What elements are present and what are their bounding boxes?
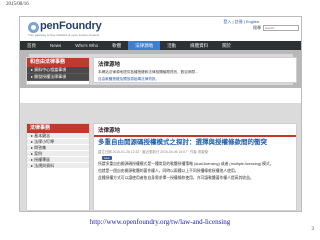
top-sidebar-list: ▸ 資料中心相當事項 ▸ 開發授權法律事項: [27, 67, 89, 81]
sidebar-title: 法律事務: [27, 124, 89, 133]
article-section-heading: 法律源地: [98, 128, 121, 134]
nav-about[interactable]: 關於: [215, 41, 238, 50]
article-body-line: 此種授權方式可以讓使用者依自身需求擇一授權條款使用，亦可讓軟體著作權人提高其收益…: [98, 176, 254, 180]
sidebar-list: ▸ 基本觀念 ▸ 法律小叮嚀 ▸ 問答集 ▸ 案例 ▸ 授權專區 ▸ 法規與資料: [27, 133, 89, 169]
top-main-heading: 法律源地: [98, 62, 121, 68]
slide-page-number: 3: [311, 227, 315, 232]
nav-media[interactable]: 媒體資料: [183, 41, 215, 50]
top-main-link[interactable]: 自由軟體授權及開放原始碼法律資訊。: [94, 76, 296, 83]
main-nav: 首頁 News Who's Who 軟體 法律源地 活動 媒體資料 關於: [20, 41, 301, 50]
top-main-panel: 法律源地 本網站法律源地提供各種授權和法律相關議題資訊，歡迎參閱... 自由軟體…: [93, 57, 297, 83]
top-sidebar-panel: 和自由法律事務 ▸ 資料中心相當事項 ▸ 開發授權法律事項: [26, 57, 90, 85]
register-link[interactable]: 註冊: [235, 19, 243, 24]
source-url[interactable]: http://www.openfoundry.org/tw/law-and-li…: [0, 218, 320, 226]
logo-o-icon: [28, 22, 39, 33]
top-sidebar-title: 和自由法律事務: [27, 58, 89, 67]
logo-tagline: Your gateway to free software & open sou…: [28, 33, 100, 37]
nav-news[interactable]: News: [43, 41, 68, 50]
sidebar-item[interactable]: ▸ 開發授權法律事項: [27, 74, 89, 81]
openfoundry-logo[interactable]: penFoundry Your gateway to free software…: [28, 20, 102, 38]
site-header: penFoundry Your gateway to free software…: [20, 17, 301, 41]
top-main-text: 本網站法律源地提供各種授權和法律相關議題資訊，歡迎參閱...: [98, 70, 199, 74]
article-title[interactable]: 多重自由開源碼授權模式之探討：選擇與授權條款間的衝突: [94, 137, 296, 148]
nav-home[interactable]: 首頁: [20, 41, 43, 50]
logo-text: penFoundry: [40, 20, 102, 32]
article-panel: 法律源地 多重自由開源碼授權模式之探討：選擇與授權條款間的衝突 建立日期 201…: [93, 123, 297, 211]
sidebar-item[interactable]: ▸ 資料中心相當事項: [27, 67, 89, 74]
article-meta: 建立日期 2015-01-26 12:32 · 最近更新日 2015-04-06…: [94, 148, 296, 155]
article-body-line: 所謂多重自由開源碼授權模式是一種常見的軟體授權策略 (dual-licensin…: [98, 162, 274, 166]
website-screenshot: penFoundry Your gateway to free software…: [19, 16, 302, 212]
nav-whos-who[interactable]: Who's Who: [68, 41, 105, 50]
login-link[interactable]: 登入: [223, 19, 231, 24]
sidebar-panel: 法律事務 ▸ 基本觀念 ▸ 法律小叮嚀 ▸ 問答集 ▸ 案例 ▸ 授權專區 ▸ …: [26, 123, 90, 211]
nav-events[interactable]: 活動: [160, 41, 183, 50]
search-label: 搜尋: [253, 25, 261, 30]
nav-software[interactable]: 軟體: [105, 41, 128, 50]
search-box: 搜尋: [253, 25, 299, 31]
english-link[interactable]: English: [246, 19, 259, 24]
sidebar-item-regulations[interactable]: ▸ 法規與資料: [27, 163, 89, 169]
nav-law[interactable]: 法律源地: [128, 41, 161, 50]
search-input[interactable]: [263, 25, 299, 31]
article-meta-text: 建立日期 2015-01-26 12:32 · 最近更新日 2015-04-06…: [98, 150, 208, 154]
like-button[interactable]: Like: [102, 156, 112, 160]
slide-date: 2015/08/16: [6, 2, 29, 7]
article-body-line: 也就是一個自由開源軟體的著作權人，同時以兩種以上不同授權條款授權他人使用。: [98, 169, 239, 173]
